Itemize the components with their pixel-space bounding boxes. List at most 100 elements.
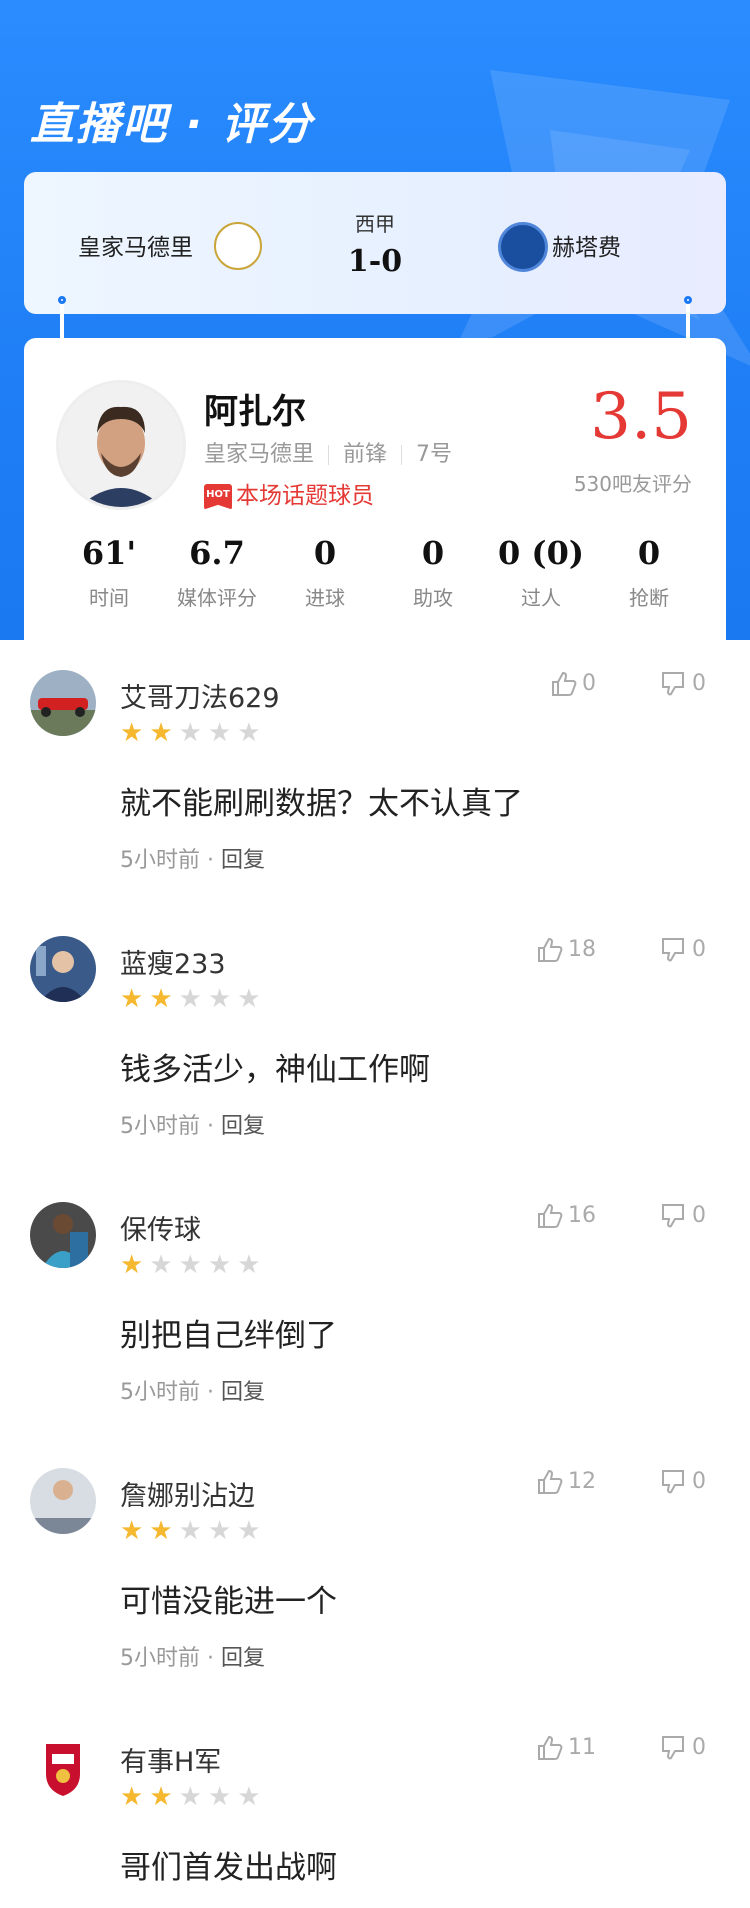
comment-meta: 5小时前 · 回复 [120, 848, 265, 873]
match-card[interactable]: 皇家马德里 西甲 1-0 赫塔费 [24, 172, 726, 314]
hot-player-badge: HOT 本场话题球员 [204, 476, 374, 510]
stat-value: 61' [81, 534, 137, 572]
user-avatar[interactable] [30, 670, 96, 736]
like-button[interactable]: 18 [536, 936, 596, 964]
comment-time: 5小时前 [120, 1646, 200, 1671]
fan-rating: 3.5 [590, 380, 692, 454]
star-empty-icon: ★ [207, 718, 238, 748]
comment-time: 5小时前 [120, 848, 200, 873]
star-empty-icon: ★ [237, 1782, 267, 1812]
like-count: 18 [568, 937, 596, 962]
player-card: 阿扎尔 皇家马德里 前锋 7号 HOT 本场话题球员 3.5 530吧友评分 61' … [24, 338, 726, 640]
comment-username[interactable]: 保传球 [120, 1208, 201, 1247]
like-button[interactable]: 16 [536, 1202, 596, 1230]
comment-text: 哥们首发出战啊 [120, 1850, 337, 1886]
comment-text: 可惜没能进一个 [120, 1584, 337, 1620]
stat-tackles: 0 抢断 [594, 534, 704, 611]
star-filled-icon: ★ [149, 718, 179, 748]
stat-goals: 0 进球 [270, 534, 380, 611]
star-empty-icon: ★ [237, 718, 267, 748]
player-number: 7号 [416, 442, 453, 467]
star-filled-icon: ★ [149, 1516, 179, 1546]
comment-meta: 5小时前 · 回复 [120, 1646, 265, 1671]
dislike-count: 0 [692, 1469, 706, 1494]
reply-button[interactable]: 回复 [221, 1114, 265, 1139]
stat-label: 进球 [305, 586, 345, 610]
stat-value: 0 [313, 534, 337, 572]
comment-text: 钱多活少，神仙工作啊 [120, 1052, 430, 1088]
like-count: 11 [568, 1735, 596, 1760]
dislike-button[interactable]: 0 [660, 1202, 706, 1230]
stat-label: 过人 [521, 586, 561, 610]
app-title: 直播吧 · 评分 [30, 99, 314, 150]
thumbs-down-icon [662, 938, 684, 962]
star-rating: ★★★★★ [120, 1516, 267, 1546]
dislike-count: 0 [692, 937, 706, 962]
thumbs-up-icon [538, 1469, 563, 1494]
dislike-button[interactable]: 0 [660, 1468, 706, 1496]
star-filled-icon: ★ [149, 984, 179, 1014]
comment-text: 就不能刷刷数据？太不认真了 [120, 786, 523, 822]
thumbs-down-icon [662, 1470, 684, 1494]
thumbs-down-icon [662, 1204, 684, 1228]
reply-button[interactable]: 回复 [221, 848, 265, 873]
star-empty-icon: ★ [237, 1250, 267, 1280]
dislike-count: 0 [692, 1735, 706, 1760]
away-team-name: 赫塔费 [552, 235, 621, 261]
star-filled-icon: ★ [120, 718, 150, 748]
comment-username[interactable]: 艾哥刀法629 [120, 676, 280, 715]
comment-meta: 5小时前 · 回复 [120, 1380, 265, 1405]
player-team: 皇家马德里 [204, 442, 315, 467]
stat-label: 媒体评分 [177, 586, 257, 610]
star-rating: ★★★★★ [120, 984, 267, 1014]
thumbs-up-icon [552, 671, 577, 696]
dislike-button[interactable]: 0 [660, 670, 706, 698]
star-empty-icon: ★ [207, 1516, 238, 1546]
dislike-button[interactable]: 0 [660, 936, 706, 964]
star-filled-icon: ★ [149, 1782, 179, 1812]
stat-media-rating: 6.7 媒体评分 [162, 534, 272, 611]
like-count: 16 [568, 1203, 596, 1228]
comment-username[interactable]: 有事H军 [120, 1740, 221, 1779]
star-empty-icon: ★ [178, 1782, 208, 1812]
stat-value: 0 [637, 534, 661, 572]
star-filled-icon: ★ [120, 1250, 150, 1280]
thumbs-down-icon [662, 1736, 684, 1760]
like-button[interactable]: 11 [536, 1734, 596, 1762]
like-button[interactable]: 12 [536, 1468, 596, 1496]
thumbs-down-icon [662, 672, 684, 696]
comment-text: 别把自己绊倒了 [120, 1318, 337, 1354]
star-filled-icon: ★ [120, 1782, 150, 1812]
stat-dribbles: 0 (0) 过人 [486, 534, 596, 611]
player-name: 阿扎尔 [204, 392, 306, 432]
stat-value: 0 (0) [498, 534, 584, 572]
player-info: 皇家马德里 前锋 7号 [204, 436, 452, 468]
like-button[interactable]: 0 [550, 670, 596, 698]
user-avatar[interactable] [30, 936, 96, 1002]
star-filled-icon: ★ [120, 984, 150, 1014]
dislike-button[interactable]: 0 [660, 1734, 706, 1762]
star-empty-icon: ★ [178, 1250, 208, 1280]
user-avatar[interactable] [30, 1202, 96, 1268]
hot-icon: HOT [204, 483, 232, 510]
star-empty-icon: ★ [149, 1250, 179, 1280]
reply-button[interactable]: 回复 [221, 1380, 265, 1405]
star-empty-icon: ★ [178, 718, 208, 748]
player-position: 前锋 [343, 442, 388, 467]
thumbs-up-icon [538, 937, 563, 962]
like-count: 0 [582, 671, 596, 696]
stat-assists: 0 助攻 [378, 534, 488, 611]
star-empty-icon: ★ [207, 1250, 238, 1280]
comment-time: 5小时前 [120, 1114, 200, 1139]
user-avatar[interactable] [30, 1468, 96, 1534]
away-team-badge [498, 222, 548, 272]
dislike-count: 0 [692, 671, 706, 696]
user-avatar[interactable] [30, 1734, 96, 1800]
star-empty-icon: ★ [207, 1782, 238, 1812]
fan-rating-count: 530吧友评分 [573, 472, 692, 496]
star-rating: ★★★★★ [120, 1782, 267, 1812]
reply-button[interactable]: 回复 [221, 1646, 265, 1671]
comment-username[interactable]: 詹娜别沾边 [120, 1474, 255, 1513]
comment-username[interactable]: 蓝瘦233 [120, 942, 226, 981]
stat-value: 0 [421, 534, 445, 572]
